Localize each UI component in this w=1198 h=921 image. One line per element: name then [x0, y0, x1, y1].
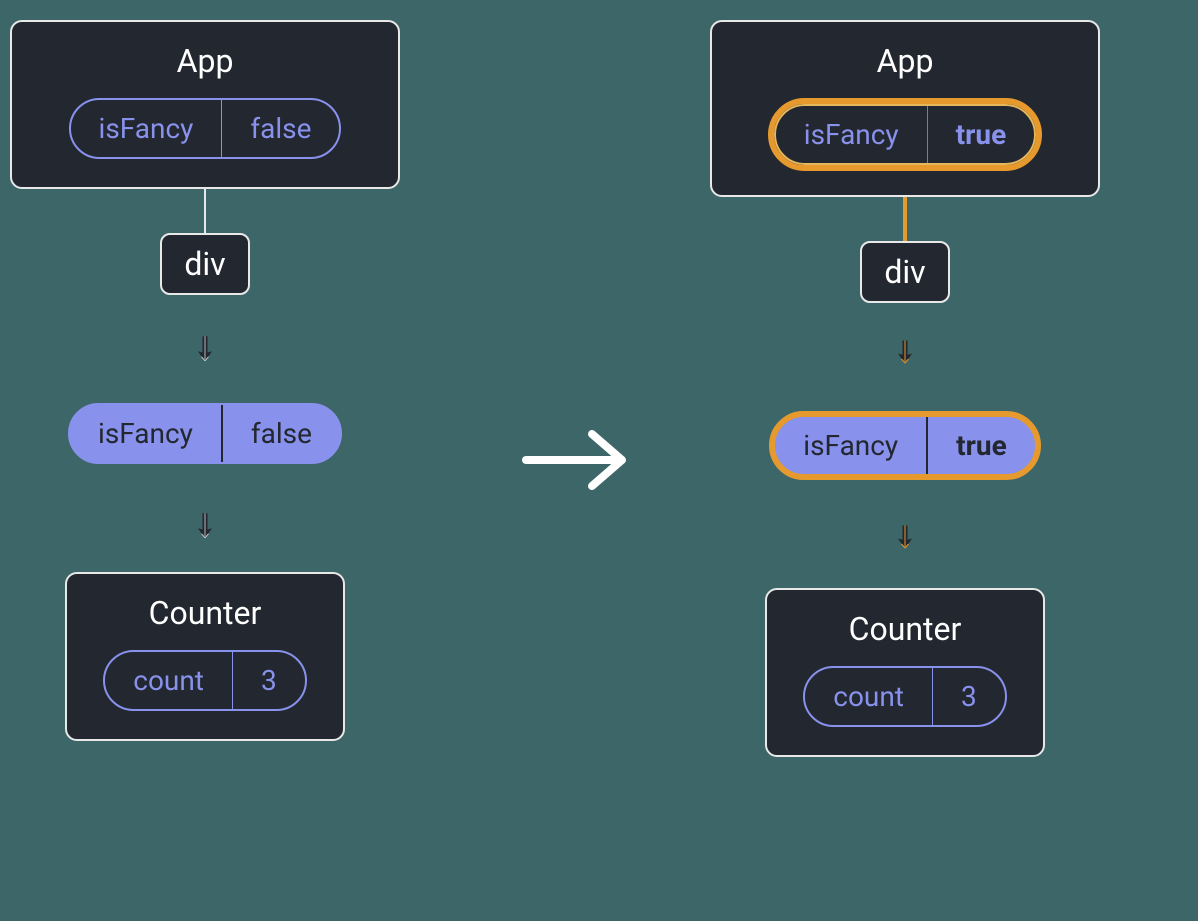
sparkle-icon: [1037, 411, 1041, 439]
tree-before: App isFancy false div isFancy false Coun…: [10, 20, 400, 741]
state-value: 3: [233, 652, 305, 709]
arrow-down-icon: [195, 295, 215, 395]
node-label: div: [884, 253, 925, 291]
node-title: Counter: [149, 594, 262, 632]
node-label: div: [184, 245, 225, 283]
state-pill-count: count 3: [803, 666, 1006, 727]
node-title: App: [177, 42, 234, 80]
app-node: App isFancy true: [710, 20, 1100, 197]
prop-pill-isfancy: isFancy false: [68, 403, 342, 464]
state-pill-isfancy-highlighted: isFancy true: [768, 98, 1042, 171]
div-node: div: [160, 233, 249, 295]
state-pill-isfancy: isFancy false: [69, 98, 342, 159]
tree-after: App isFancy true div isFancy true: [710, 20, 1100, 757]
arrow-down-icon: [895, 488, 915, 588]
state-pill-count: count 3: [103, 650, 306, 711]
state-key: count: [805, 668, 933, 725]
prop-key: isFancy: [775, 417, 928, 474]
node-title: Counter: [849, 610, 962, 648]
counter-node: Counter count 3: [65, 572, 345, 741]
state-value: false: [222, 100, 339, 157]
sparkle-icon: [1038, 98, 1042, 124]
prop-value: true: [928, 417, 1035, 474]
state-key: isFancy: [776, 106, 928, 163]
connector: [204, 189, 206, 233]
state-value: true: [928, 106, 1035, 163]
div-node: div: [860, 241, 949, 303]
state-key: count: [105, 652, 233, 709]
arrow-down-icon: [195, 472, 215, 572]
app-node: App isFancy false: [10, 20, 400, 189]
prop-key: isFancy: [70, 405, 223, 462]
connector-highlighted: [903, 197, 907, 241]
prop-value: false: [223, 405, 340, 462]
counter-node: Counter count 3: [765, 588, 1045, 757]
transition-arrow-icon: [520, 420, 640, 504]
node-title: App: [877, 42, 934, 80]
state-key: isFancy: [71, 100, 223, 157]
state-value: 3: [933, 668, 1005, 725]
prop-pill-isfancy-highlighted: isFancy true: [769, 411, 1040, 480]
arrow-down-icon: [895, 303, 915, 403]
